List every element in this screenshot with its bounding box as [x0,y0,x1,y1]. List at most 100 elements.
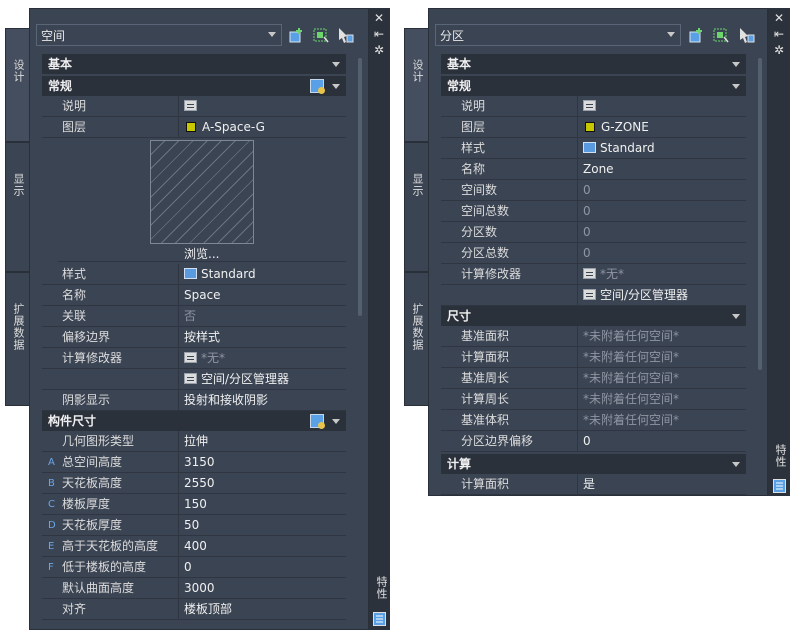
property-label: 几何图形类型 [62,434,135,448]
property-row[interactable]: 基准周长 *未附着任何空间* [441,368,746,389]
list-icon[interactable] [583,289,596,300]
toggle-pickadd-icon[interactable] [737,26,755,44]
property-row[interactable]: 默认曲面高度 3000 [42,578,346,599]
palette-title-bar-left[interactable] [369,8,390,630]
tab-extended-data-left[interactable]: 扩展数据 [5,272,29,406]
tab-design-right[interactable]: 设计 [404,28,428,142]
section-general-left[interactable]: 常规 [42,76,346,96]
property-row[interactable]: 基准体积 *未附着任何空间* [441,410,746,431]
property-value: 拉伸 [184,434,209,448]
property-value: 50 [184,518,200,532]
property-row[interactable]: 空间/分区管理器 [42,369,346,390]
auto-hide-icon[interactable]: ⇤ [369,26,389,42]
quick-select-icon[interactable] [288,26,306,44]
property-row[interactable]: E 高于天花板的高度 400 [42,536,346,557]
property-row[interactable]: D 天花板厚度 50 [42,515,346,536]
property-row[interactable]: B 天花板高度 2550 [42,473,346,494]
description-icon[interactable] [583,100,596,111]
select-objects-icon[interactable] [312,26,330,44]
layer-color-icon[interactable] [585,122,595,132]
property-row[interactable]: 对齐 楼板顶部 [42,599,346,620]
chevron-down-icon [332,62,340,67]
section-general-right[interactable]: 常规 [441,76,746,96]
property-row[interactable]: 图层 G-ZONE [441,117,746,138]
property-row[interactable]: 计算修改器 *无* [441,264,746,285]
property-row[interactable]: 名称 Zone [441,159,746,180]
property-row[interactable]: 计算面积 *未附着任何空间* [441,347,746,368]
auto-hide-icon[interactable]: ⇤ [769,26,789,42]
browse-link[interactable]: 浏览... [184,245,219,262]
property-value: 楼板顶部 [184,602,233,616]
tab-extended-data-right[interactable]: 扩展数据 [404,272,428,406]
dimension-letter: F [48,562,54,573]
object-type-dropdown-right[interactable]: 分区 [435,24,681,46]
property-row[interactable]: A 总空间高度 3150 [42,452,346,473]
property-value: 0 [583,246,591,260]
list-icon[interactable] [184,373,197,384]
property-row[interactable]: 几何图形类型 拉伸 [42,431,346,452]
chevron-down-icon [732,62,740,67]
space-zone-manager-link[interactable]: 空间/分区管理器 [201,372,289,386]
section-component-dims[interactable]: 构件尺寸 [42,411,346,431]
property-label: 基准面积 [461,329,510,343]
property-row[interactable]: 名称 Space [42,285,346,306]
gear-icon[interactable]: ✲ [769,42,789,58]
scrollbar-right[interactable] [758,58,762,370]
section-basic-right[interactable]: 基本 [441,54,746,74]
quick-select-icon[interactable] [688,26,706,44]
property-label: 空间数 [461,183,498,197]
chevron-down-icon [732,314,740,319]
list-icon[interactable] [583,268,596,279]
tab-design-left[interactable]: 设计 [5,28,29,142]
description-icon[interactable] [184,100,197,111]
property-row[interactable]: F 低于楼板的高度 0 [42,557,346,578]
style-override-icon[interactable] [310,414,325,429]
object-type-dropdown-left[interactable]: 空间 [36,24,282,46]
close-icon[interactable]: ✕ [769,10,789,26]
property-row[interactable]: 分区总数 0 [441,243,746,264]
section-dimensions[interactable]: 尺寸 [441,306,746,326]
property-row[interactable]: 计算周长 *未附着任何空间* [441,389,746,410]
property-value: *未附着任何空间* [583,371,680,385]
palette-title-bar-right[interactable] [768,8,790,496]
property-value: *未附着任何空间* [583,413,680,427]
property-row[interactable]: 空间总数 0 [441,201,746,222]
property-row[interactable]: 说明 [441,96,746,117]
gear-icon[interactable]: ✲ [369,42,389,58]
chevron-down-icon [667,32,675,37]
property-row[interactable]: 空间/分区管理器 [441,285,746,306]
property-value: 0 [583,225,591,239]
toggle-pickadd-icon[interactable] [336,26,354,44]
property-label: 样式 [461,141,486,155]
property-value: 3150 [184,455,215,469]
properties-palette-icon[interactable] [773,479,786,493]
property-row[interactable]: 关联 否 [42,306,346,327]
property-row[interactable]: 样式 Standard [441,138,746,159]
scrollbar-left[interactable] [358,58,362,316]
property-row[interactable]: 图层 A-Space-G [42,117,346,138]
select-objects-icon[interactable] [712,26,730,44]
property-row[interactable]: 计算修改器 *无* [42,348,346,369]
section-basic-left[interactable]: 基本 [42,54,346,74]
close-icon[interactable]: ✕ [369,10,389,26]
property-row[interactable]: 样式 Standard [42,264,346,285]
tab-display-right[interactable]: 显示 [404,142,428,272]
tab-display-left[interactable]: 显示 [5,142,29,272]
property-row[interactable]: 说明 [42,96,346,117]
property-row[interactable]: 空间数 0 [441,180,746,201]
property-label: 高于天花板的高度 [62,539,159,553]
property-row[interactable]: 阴影显示 投射和接收阴影 [42,390,346,411]
list-icon[interactable] [184,352,197,363]
style-override-icon[interactable] [310,79,325,94]
property-row[interactable]: 基准面积 *未附着任何空间* [441,326,746,347]
property-row[interactable]: 偏移边界 按样式 [42,327,346,348]
property-value: *未附着任何空间* [583,392,680,406]
property-row[interactable]: 分区数 0 [441,222,746,243]
property-row[interactable]: C 楼板厚度 150 [42,494,346,515]
property-value: 0 [583,204,591,218]
properties-palette-icon[interactable] [373,612,386,626]
style-icon[interactable] [583,142,596,153]
section-calc[interactable]: 计算 [441,454,746,474]
property-row[interactable]: 计算面积 是 [441,474,746,495]
property-row[interactable]: 分区边界偏移 0 [441,431,746,452]
